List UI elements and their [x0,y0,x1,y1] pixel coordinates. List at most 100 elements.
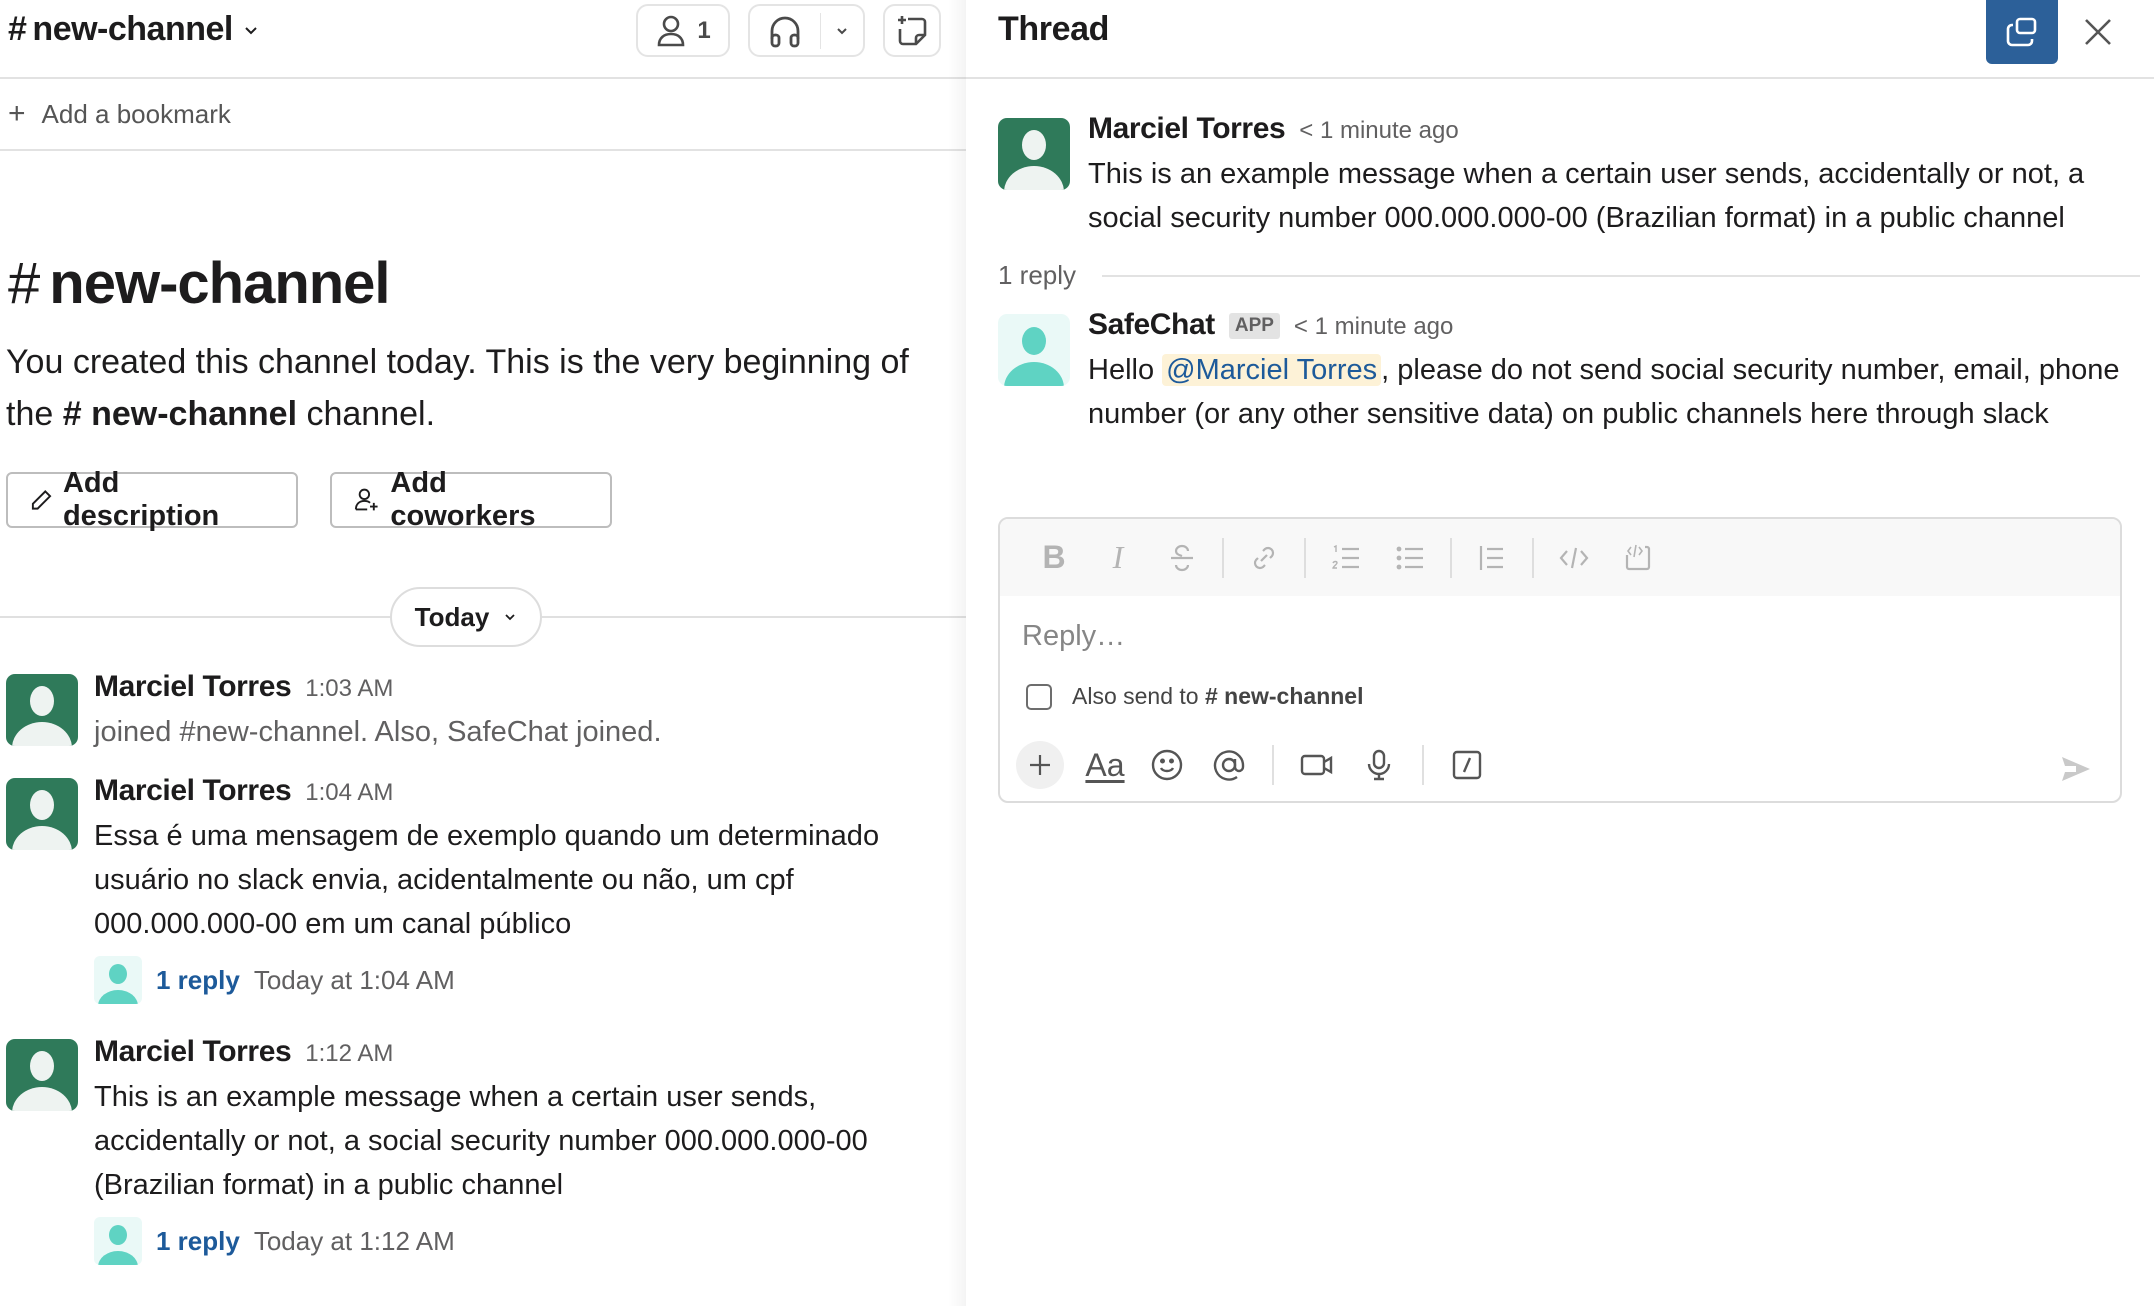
message-body: SafeChat APP < 1 minute ago Hello @Marci… [1088,308,2128,436]
add-description-label: Add description [62,467,220,532]
intro-text-end: channel. [306,395,436,433]
checkbox[interactable] [1026,683,1052,710]
italic-button[interactable]: I [1086,534,1150,582]
channel-hash-icon: # [8,251,40,316]
thread-summary-button[interactable]: 1 reply Today at 1:12 AM [94,1217,946,1265]
strikethrough-button[interactable] [1150,534,1214,582]
plus-icon: + [8,97,26,130]
text-format-icon: Aa [1085,746,1125,783]
default-user-icon [98,1225,138,1265]
user-avatar[interactable] [998,118,1070,190]
message-meta: Marciel Torres 1:04 AM [94,774,946,814]
default-user-icon [1004,327,1064,386]
channel-link[interactable]: new-channel [91,395,297,433]
app-badge: APP [1228,313,1280,339]
message-author[interactable]: Marciel Torres [94,670,292,704]
add-coworkers-button[interactable]: Add coworkers [330,467,612,532]
attach-button[interactable] [1016,741,1064,789]
record-audio-button[interactable] [1348,740,1410,790]
canvas-add-icon [898,15,927,45]
default-user-icon [12,1051,72,1111]
ordered-list-button[interactable] [1314,534,1378,582]
close-icon [2085,19,2111,45]
user-avatar[interactable] [6,674,78,746]
message-author[interactable]: Marciel Torres [94,774,292,808]
replier-avatar [94,956,142,1004]
message-timestamp[interactable]: 1:03 AM [305,675,393,703]
channel-name-button[interactable]: # new-channel [8,10,259,49]
message-meta: SafeChat APP < 1 minute ago [1088,308,2128,348]
blockquote-button[interactable] [1460,534,1524,582]
reply-count-link[interactable]: 1 reply [156,1226,240,1257]
add-description-button[interactable]: Add description [6,467,298,532]
channel-header: # new-channel 1 [0,0,966,79]
message-text: This is an example message when a certai… [1088,158,2085,234]
text-formatting-toggle[interactable]: Aa [1074,740,1136,790]
default-user-icon [1004,130,1064,190]
also-send-to-channel-checkbox[interactable]: Also send to # new-channel [1026,683,1363,710]
message-meta: Marciel Torres 1:03 AM [94,670,946,710]
emoji-icon [1151,749,1183,781]
reply-count-link[interactable]: 1 reply [156,965,240,996]
app-avatar[interactable] [998,314,1070,386]
message-body: Marciel Torres 1:12 AM This is an exampl… [94,1035,946,1265]
divider [1272,745,1274,785]
channel-intro-name: new-channel [49,251,390,316]
emoji-button[interactable] [1136,740,1198,790]
default-user-icon [12,790,72,850]
new-canvas-button[interactable] [883,4,941,57]
date-label: Today [414,601,490,632]
chevron-down-icon [245,26,257,34]
send-button[interactable] [2052,749,2100,789]
last-reply-time: Today at 1:04 AM [253,964,455,995]
code-button[interactable] [1542,534,1606,582]
members-button[interactable]: 1 [636,4,730,57]
code-block-button[interactable] [1606,534,1670,582]
chevron-down-icon [837,27,847,34]
message-timestamp[interactable]: < 1 minute ago [1294,313,1453,341]
popout-window-icon [2006,17,2037,47]
bulleted-list-icon [1396,546,1423,569]
date-jump-button[interactable]: Today [390,587,542,647]
message-timestamp[interactable]: 1:04 AM [305,779,393,807]
message-timestamp[interactable]: 1:12 AM [305,1040,393,1068]
mention-button[interactable] [1198,740,1260,790]
pencil-icon [31,490,52,510]
link-button[interactable] [1232,534,1296,582]
close-thread-button[interactable] [2074,8,2122,56]
record-video-button[interactable] [1286,740,1348,790]
user-avatar[interactable] [6,1039,78,1111]
message-meta: Marciel Torres < 1 minute ago [1088,112,2128,152]
send-icon [2062,757,2090,781]
slash-command-button[interactable] [1436,740,1498,790]
user-avatar[interactable] [6,778,78,850]
bulleted-list-button[interactable] [1378,534,1442,582]
user-mention[interactable]: @Marciel Torres [1162,354,1382,386]
code-icon [1559,547,1589,568]
reply-input[interactable] [1022,611,2082,661]
also-send-label: Also send to # new-channel [1072,683,1363,710]
divider [1102,274,2140,277]
code-block-icon [1625,544,1651,570]
thread-title: Thread [998,10,1109,48]
open-in-new-window-button[interactable] [1986,0,2058,64]
default-user-icon [12,686,72,746]
bold-button[interactable]: B [1022,534,1086,582]
replier-avatar [94,1217,142,1265]
divider [1532,537,1534,578]
message-text: joined #new-channel. Also, SafeChat join… [94,716,662,748]
channel-hash-icon: # [62,395,82,433]
message-author[interactable]: Marciel Torres [1088,112,1286,146]
composer-actions: Aa [1016,735,1498,795]
message-author[interactable]: Marciel Torres [94,1035,292,1069]
channel-intro-text: You created this channel today. This is … [6,336,956,440]
message-timestamp[interactable]: < 1 minute ago [1299,117,1458,145]
huddle-button[interactable] [750,6,820,55]
divider [1450,537,1452,578]
thread-summary-button[interactable]: 1 reply Today at 1:04 AM [94,956,946,1004]
channel-pane: # new-channel 1 + Add a bookmark # new-c… [0,0,966,1306]
channel-name: new-channel [32,10,233,48]
huddle-options-button[interactable] [821,6,863,55]
message-author[interactable]: SafeChat [1088,308,1215,342]
add-bookmark-button[interactable]: + Add a bookmark [0,79,966,151]
